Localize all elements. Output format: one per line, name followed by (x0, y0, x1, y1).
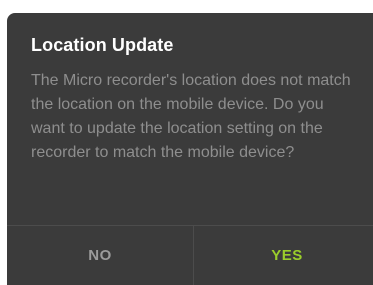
no-button[interactable]: NO (7, 226, 193, 285)
dialog-message: The Micro recorder's location does not m… (31, 72, 351, 161)
dialog-title: Location Update (31, 35, 174, 55)
yes-button[interactable]: YES (194, 226, 373, 285)
location-update-dialog: Location Update The Micro recorder's loc… (7, 13, 373, 285)
